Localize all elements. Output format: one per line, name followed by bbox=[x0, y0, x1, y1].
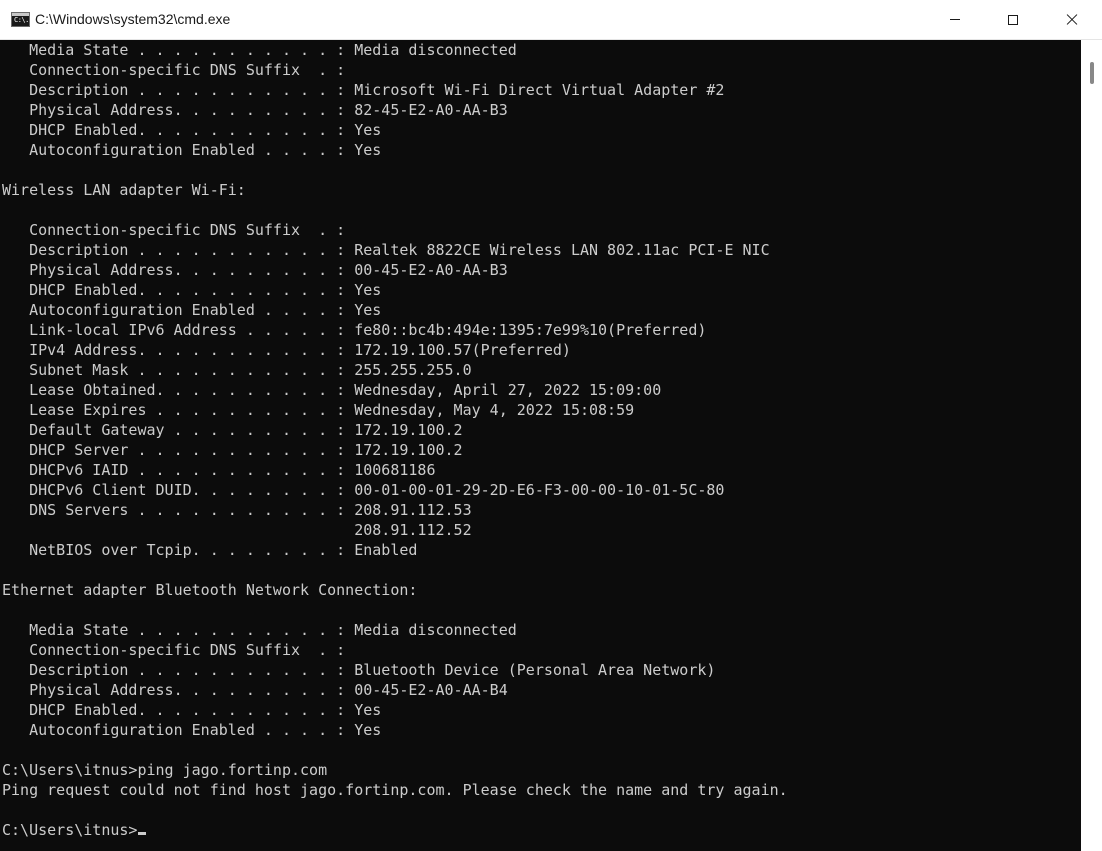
text-cursor bbox=[138, 832, 147, 835]
console-lines: Media State . . . . . . . . . . . : Medi… bbox=[2, 40, 788, 840]
console-line: Lease Obtained. . . . . . . . . . : Wedn… bbox=[2, 381, 662, 399]
console-line: NetBIOS over Tcpip. . . . . . . . : Enab… bbox=[2, 541, 418, 559]
vertical-scrollbar[interactable] bbox=[1081, 40, 1102, 851]
console-line: DHCP Server . . . . . . . . . . . : 172.… bbox=[2, 441, 463, 459]
prompt-text: C:\Users\itnus> bbox=[2, 821, 138, 839]
console-line: C:\Users\itnus>ping jago.fortinp.com bbox=[2, 761, 328, 779]
console-line: DHCP Enabled. . . . . . . . . . . : Yes bbox=[2, 701, 382, 719]
console-line: Wireless LAN adapter Wi-Fi: bbox=[2, 181, 246, 199]
console-line: Physical Address. . . . . . . . . : 00-4… bbox=[2, 261, 508, 279]
console-line: IPv4 Address. . . . . . . . . . . : 172.… bbox=[2, 341, 571, 359]
console-line: Media State . . . . . . . . . . . : Medi… bbox=[2, 621, 517, 639]
console-line: 208.91.112.52 bbox=[2, 521, 472, 539]
command-prompt-icon[interactable]: C:\. bbox=[11, 12, 30, 27]
console-line: Connection-specific DNS Suffix . : bbox=[2, 221, 346, 239]
window-title: C:\Windows\system32\cmd.exe bbox=[35, 11, 231, 27]
console-line: Connection-specific DNS Suffix . : bbox=[2, 61, 346, 79]
scrollbar-thumb[interactable] bbox=[1090, 62, 1094, 84]
close-icon bbox=[1066, 14, 1078, 26]
command-prompt-line[interactable]: C:\Users\itnus> bbox=[2, 820, 788, 840]
console-line: Lease Expires . . . . . . . . . . : Wedn… bbox=[2, 401, 635, 419]
console-line: Default Gateway . . . . . . . . . : 172.… bbox=[2, 421, 463, 439]
console-line: Ping request could not find host jago.fo… bbox=[2, 781, 788, 799]
console-line: DNS Servers . . . . . . . . . . . : 208.… bbox=[2, 501, 472, 519]
maximize-icon bbox=[1008, 14, 1018, 25]
console-line: Ethernet adapter Bluetooth Network Conne… bbox=[2, 581, 418, 599]
console-line: Physical Address. . . . . . . . . : 82-4… bbox=[2, 101, 508, 119]
console-line: DHCPv6 Client DUID. . . . . . . . : 00-0… bbox=[2, 481, 725, 499]
console-line: Link-local IPv6 Address . . . . . : fe80… bbox=[2, 321, 707, 339]
console-line: Description . . . . . . . . . . . : Micr… bbox=[2, 81, 725, 99]
close-button[interactable] bbox=[1043, 0, 1101, 39]
console-line: Autoconfiguration Enabled . . . . : Yes bbox=[2, 301, 382, 319]
cmd-window: C:\. C:\Windows\system32\cmd.exe Media S… bbox=[0, 0, 1102, 851]
console-line: Autoconfiguration Enabled . . . . : Yes bbox=[2, 721, 382, 739]
console-line: DHCP Enabled. . . . . . . . . . . : Yes bbox=[2, 121, 382, 139]
maximize-button[interactable] bbox=[984, 0, 1042, 39]
minimize-button[interactable] bbox=[926, 0, 984, 39]
console-line: DHCPv6 IAID . . . . . . . . . . . : 1006… bbox=[2, 461, 436, 479]
console-line: Media State . . . . . . . . . . . : Medi… bbox=[2, 41, 517, 59]
console-line: Description . . . . . . . . . . . : Real… bbox=[2, 241, 770, 259]
console-line: Subnet Mask . . . . . . . . . . . : 255.… bbox=[2, 361, 472, 379]
console-line: Physical Address. . . . . . . . . : 00-4… bbox=[2, 681, 508, 699]
console-output[interactable]: Media State . . . . . . . . . . . : Medi… bbox=[0, 40, 1081, 851]
minimize-icon bbox=[950, 19, 960, 20]
console-line: Autoconfiguration Enabled . . . . : Yes bbox=[2, 141, 382, 159]
console-line: Description . . . . . . . . . . . : Blue… bbox=[2, 661, 716, 679]
console-line: Connection-specific DNS Suffix . : bbox=[2, 641, 346, 659]
title-bar[interactable]: C:\. C:\Windows\system32\cmd.exe bbox=[0, 0, 1102, 40]
console-line: DHCP Enabled. . . . . . . . . . . : Yes bbox=[2, 281, 382, 299]
